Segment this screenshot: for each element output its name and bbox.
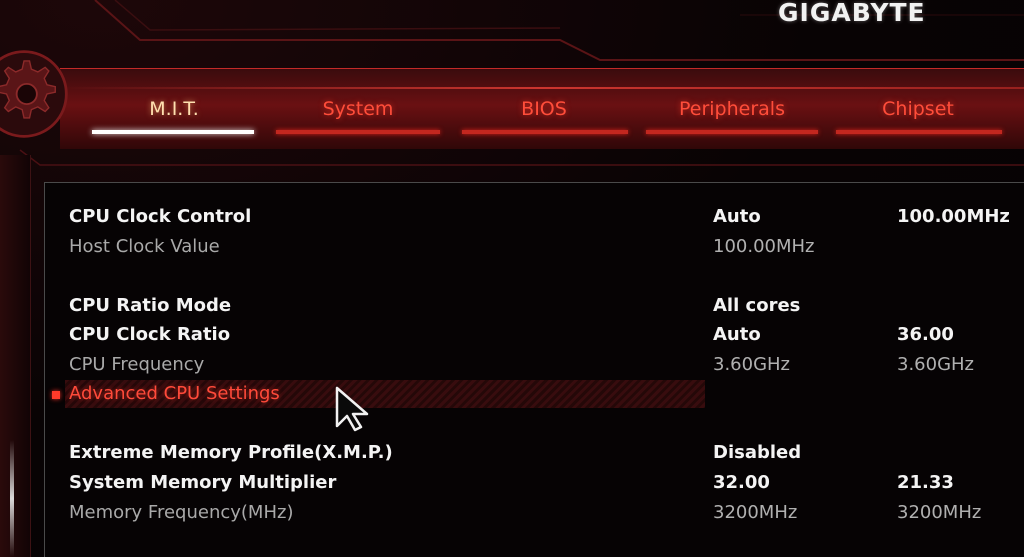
setting-row-cpu-clock-ratio[interactable]: CPU Clock Ratio Auto 36.00 <box>45 321 1024 351</box>
tab-mit[interactable]: M.I.T. <box>118 98 230 120</box>
submenu-link-advanced-cpu-settings[interactable]: Advanced CPU Settings <box>69 383 280 404</box>
setting-label: CPU Clock Ratio <box>69 324 231 345</box>
setting-row-cpu-ratio-mode[interactable]: CPU Ratio Mode All cores <box>45 292 1024 322</box>
bios-screen: GIGABYTE M.I.T. System BIOS Peripherals … <box>0 0 1024 557</box>
tab-system[interactable]: System <box>292 98 424 120</box>
setting-value: 3.60GHz <box>713 354 791 375</box>
tab-peripherals-underline <box>646 130 818 134</box>
setting-value[interactable]: All cores <box>713 295 800 316</box>
setting-value[interactable]: Auto <box>713 324 761 345</box>
setting-value[interactable]: 32.00 <box>713 472 770 493</box>
tab-bios-underline <box>462 130 628 134</box>
setting-row-system-memory-multiplier[interactable]: System Memory Multiplier 32.00 21.33 <box>45 469 1024 499</box>
tab-chipset-underline <box>836 130 1002 134</box>
gigabyte-logo: GIGABYTE <box>778 0 926 27</box>
settings-panel: CPU Clock Control Auto 100.00MHz Host Cl… <box>44 182 1024 557</box>
setting-label: System Memory Multiplier <box>69 472 337 493</box>
tab-system-underline <box>276 130 440 134</box>
setting-label: Extreme Memory Profile(X.M.P.) <box>69 442 393 463</box>
setting-value[interactable]: Disabled <box>713 442 801 463</box>
left-rail <box>0 155 31 557</box>
setting-row-memory-frequency: Memory Frequency(MHz) 3200MHz 3200MHz <box>45 499 1024 529</box>
setting-label: Memory Frequency(MHz) <box>69 502 294 523</box>
setting-label: CPU Clock Control <box>69 206 252 227</box>
tab-peripherals[interactable]: Peripherals <box>656 98 808 120</box>
setting-value[interactable]: Auto <box>713 206 761 227</box>
setting-value: 3200MHz <box>713 502 798 523</box>
setting-value-secondary: 36.00 <box>897 324 954 345</box>
tab-chipset[interactable]: Chipset <box>846 98 990 120</box>
setting-row-cpu-frequency: CPU Frequency 3.60GHz 3.60GHz <box>45 351 1024 381</box>
setting-value-secondary: 3.60GHz <box>897 354 975 375</box>
setting-label: Host Clock Value <box>69 236 220 257</box>
setting-row-cpu-clock-control[interactable]: CPU Clock Control Auto 100.00MHz <box>45 203 1024 233</box>
left-rail-glow <box>10 440 14 557</box>
setting-row-host-clock-value: Host Clock Value 100.00MHz <box>45 233 1024 263</box>
setting-value: 100.00MHz <box>713 236 815 257</box>
gear-icon[interactable] <box>0 48 70 140</box>
setting-row-advanced-cpu-settings[interactable]: Advanced CPU Settings <box>45 380 1024 410</box>
setting-row-xmp[interactable]: Extreme Memory Profile(X.M.P.) Disabled <box>45 439 1024 469</box>
setting-label: CPU Frequency <box>69 354 205 375</box>
setting-label: CPU Ratio Mode <box>69 295 232 316</box>
setting-value-secondary: 21.33 <box>897 472 954 493</box>
setting-value-secondary: 100.00MHz <box>897 206 1010 227</box>
setting-value-secondary: 3200MHz <box>897 502 982 523</box>
mouse-cursor-icon <box>335 386 369 432</box>
tab-bios[interactable]: BIOS <box>478 98 610 120</box>
tab-mit-underline <box>92 130 254 134</box>
